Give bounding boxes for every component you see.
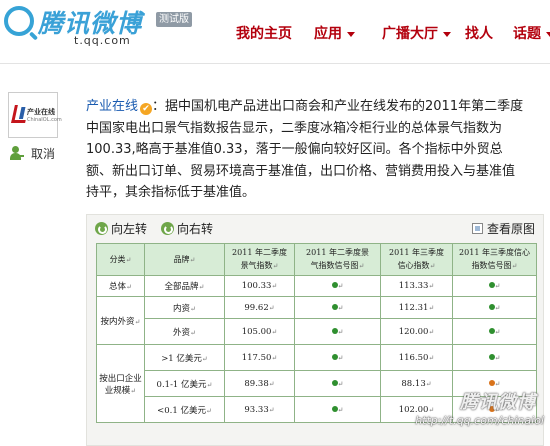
- author-link[interactable]: 产业在线: [86, 99, 138, 114]
- q3-signal-cell: ↵: [452, 296, 537, 319]
- q2-signal-cell: ↵: [294, 344, 381, 371]
- page: 腾讯微博 测试版 t.qq.com 我的主页 应用 广播大厅 找人 话题 产业在…: [0, 0, 550, 446]
- chevron-down-icon: [546, 31, 550, 37]
- q2-index-cell: 100.33↵: [224, 275, 295, 297]
- q2-signal-cell: ↵: [294, 296, 381, 319]
- q2-signal-cell: ↵: [294, 275, 381, 297]
- q2-signal-cell: ↵: [294, 318, 381, 345]
- q3-index-cell: 116.50↵: [380, 344, 453, 371]
- table-header-row: 分类↵ 品牌↵ 2011 年二季度 景气指数↵ 2011 年二季度景 气指数信号图↵…: [96, 243, 537, 276]
- post-line-2: 中国家电出口景气指数报告显示，二季度冰箱冷柜行业的总体景气指数为: [86, 120, 503, 136]
- header-cell: 2011 年三季度 信心指数↵: [380, 243, 453, 276]
- unfollow-label: 取消: [31, 147, 56, 161]
- view-original-button[interactable]: 查看原图: [471, 221, 535, 237]
- nav-apps[interactable]: 应用: [314, 22, 355, 46]
- brand-cell: 内资↵: [144, 296, 225, 319]
- table-row: 按出口企业 业规模↵ >1 亿美元↵ 117.50↵ ↵ 116.50↵ ↵: [96, 344, 537, 423]
- image-toolbar: 向左转 向右转 查看原图: [87, 215, 543, 243]
- avatar-subtitle: ChinaIOL.com: [27, 117, 62, 123]
- watermark-logo: 腾讯微博: [460, 392, 536, 413]
- q2-index-cell: 105.00↵: [224, 318, 295, 345]
- q3-signal-cell: ↵: [452, 318, 537, 345]
- search-logo-icon: [4, 6, 34, 36]
- q3-signal-cell: ↵: [452, 344, 537, 371]
- brand-cell: 外资↵: [144, 318, 225, 345]
- table-row: 按内外资↵ 内资↵ 99.62↵ ↵ 112.31↵ ↵: [96, 296, 537, 345]
- nav-my-home[interactable]: 我的主页: [236, 22, 292, 46]
- q2-index-cell: 99.62↵: [224, 296, 295, 319]
- group-cell: 按出口企业 业规模↵: [96, 344, 145, 423]
- image-icon: [471, 223, 483, 234]
- group-cell: 按内外资↵: [96, 296, 145, 345]
- q3-index-cell: 113.33↵: [380, 275, 453, 297]
- brand-cell: <0.1 亿美元↵: [144, 396, 225, 423]
- header-cell: 2011 年二季度 景气指数↵: [224, 243, 295, 276]
- q2-index-cell: 93.33↵: [224, 396, 295, 423]
- chevron-down-icon: [443, 31, 451, 37]
- post-body: 产业在线 ✔ ：据中国机电产品进出口商会和产业在线发布的2011年第二季度 中国家电…: [86, 96, 548, 204]
- watermark: 腾讯微博 http://t.qq.com/chinaiol: [366, 388, 546, 432]
- avatar-title: 产业在线: [27, 108, 55, 116]
- q3-signal-cell: ↵: [452, 275, 537, 297]
- watermark-url: http://t.qq.com/chinaiol: [415, 414, 544, 427]
- brand-cell: >1 亿美元↵: [144, 344, 225, 371]
- rotate-right-icon: [161, 222, 174, 235]
- q3-index-cell: 112.31↵: [380, 296, 453, 319]
- avatar[interactable]: 产业在线 ChinaIOL.com: [8, 92, 62, 138]
- header-cell: 分类↵: [96, 243, 145, 276]
- group-cell: 总体↵: [96, 275, 145, 297]
- q2-index-cell: 117.50↵: [224, 344, 295, 371]
- chevron-down-icon: [347, 31, 355, 37]
- table-row: 外资↵ 105.00↵ ↵ 120.00↵ ↵: [97, 318, 537, 345]
- header-cell: 2011 年三季度信心 指数信号图↵: [452, 243, 537, 276]
- header-cell: 2011 年二季度景 气指数信号图↵: [294, 243, 381, 276]
- rotate-right-button[interactable]: 向右转: [161, 221, 213, 237]
- nav-broadcast-hall[interactable]: 广播大厅: [382, 22, 451, 46]
- post-line-1: 产业在线 ✔ ：据中国机电产品进出口商会和产业在线发布的2011年第二季度: [86, 99, 524, 115]
- unfollow-person-icon: [8, 146, 24, 162]
- tencent-weibo-logo[interactable]: 腾讯微博 测试版 t.qq.com: [4, 4, 194, 47]
- rotate-left-icon: [95, 222, 108, 235]
- post-line-5: 持平，其余指标低于基准值。: [86, 185, 256, 200]
- post-line-3: 100.33,略高于基准值0.33，落于一般偏向较好区间。各个指标中外贸总: [86, 142, 503, 157]
- top-header: 腾讯微博 测试版 t.qq.com 我的主页 应用 广播大厅 找人 话题: [0, 0, 550, 64]
- header-cell: 品牌↵: [144, 243, 225, 276]
- q2-index-cell: 89.38↵: [224, 370, 295, 397]
- table-row: 总体↵ 全部品牌↵ 100.33↵ ↵ 113.33↵ ↵: [96, 275, 537, 297]
- nav-find-people[interactable]: 找人: [465, 22, 493, 46]
- logo-domain: t.qq.com: [74, 34, 131, 47]
- brand-cell: 全部品牌↵: [144, 275, 225, 297]
- post-line-4: 额、新出口订单、贸易环境高于基准值，出口价格、营销费用投入与基准值: [86, 163, 516, 179]
- q3-index-cell: 120.00↵: [380, 318, 453, 345]
- beta-badge: 测试版: [156, 12, 192, 27]
- rotate-left-button[interactable]: 向左转: [95, 221, 147, 237]
- brand-cell: 0.1-1 亿美元↵: [144, 370, 225, 397]
- verified-badge-icon: ✔: [140, 103, 153, 115]
- nav-topics[interactable]: 话题: [513, 22, 550, 46]
